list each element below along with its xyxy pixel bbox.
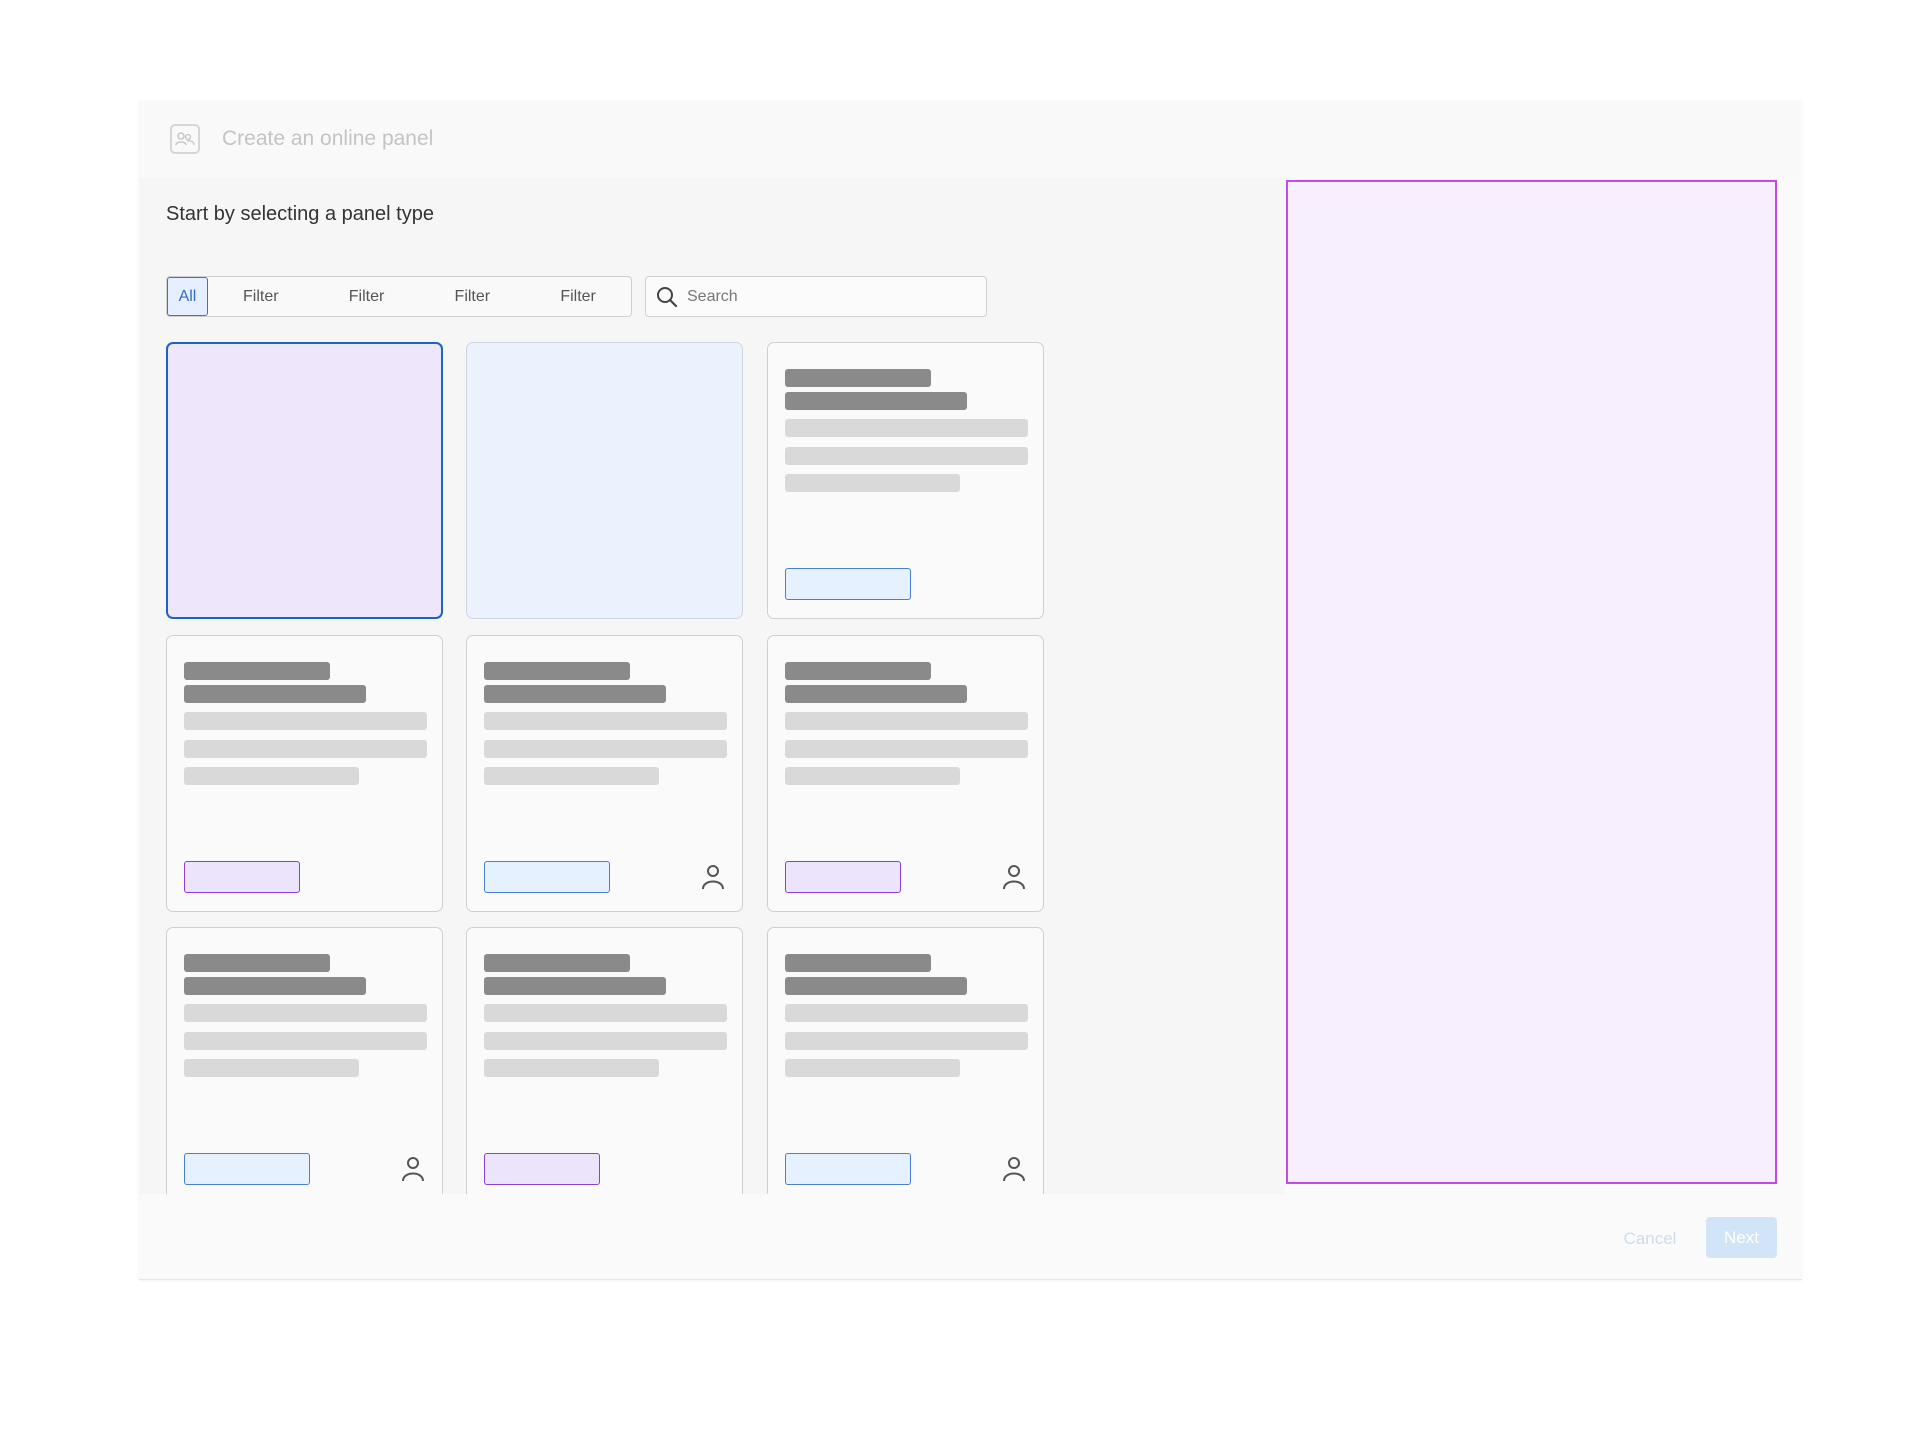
skeleton-title <box>484 954 630 972</box>
skeleton-line <box>785 740 1028 758</box>
dialog-footer <box>139 1194 1802 1280</box>
skeleton-line <box>484 712 727 730</box>
skeleton-title <box>184 662 330 680</box>
skeleton-title <box>785 662 931 680</box>
card-tag <box>184 861 300 893</box>
skeleton-line <box>785 419 1028 437</box>
panel-card[interactable] <box>166 342 443 619</box>
panel-type-selection: Start by selecting a panel type All Filt… <box>139 178 1285 1194</box>
skeleton-line <box>484 767 659 785</box>
user-icon <box>1003 865 1025 890</box>
card-tag <box>184 1153 310 1185</box>
skeleton-title <box>785 369 931 387</box>
card-tag <box>785 568 911 600</box>
next-button[interactable]: Next <box>1706 1217 1777 1258</box>
page-heading: Start by selecting a panel type <box>166 203 434 225</box>
skeleton-line <box>184 1059 359 1077</box>
skeleton-title <box>484 685 666 703</box>
skeleton-line <box>785 1004 1028 1022</box>
skeleton-line <box>184 740 427 758</box>
skeleton-line <box>785 767 960 785</box>
panel-card[interactable] <box>166 635 443 912</box>
skeleton-line <box>184 1004 427 1022</box>
filter-chip[interactable]: Filter <box>525 277 631 316</box>
panel-card[interactable] <box>767 927 1044 1194</box>
dialog-header: Create an online panel <box>139 100 1802 178</box>
panel-card[interactable] <box>767 342 1044 619</box>
skeleton-line <box>785 1059 960 1077</box>
cancel-button[interactable]: Cancel <box>1610 1219 1690 1259</box>
card-tag <box>785 861 901 893</box>
skeleton-line <box>484 1004 727 1022</box>
skeleton-title <box>184 977 366 995</box>
skeleton-line <box>785 712 1028 730</box>
skeleton-line <box>785 447 1028 465</box>
filter-chip-all[interactable]: All <box>167 277 208 316</box>
dialog-title: Create an online panel <box>222 127 434 150</box>
footer-divider <box>139 1279 1802 1280</box>
skeleton-line <box>184 767 359 785</box>
skeleton-title <box>184 685 366 703</box>
panel-card[interactable] <box>166 927 443 1194</box>
skeleton-line <box>785 1032 1028 1050</box>
user-group-icon <box>170 124 200 154</box>
skeleton-title <box>785 685 967 703</box>
skeleton-title <box>484 662 630 680</box>
skeleton-title <box>484 977 666 995</box>
filter-chip[interactable]: Filter <box>419 277 525 316</box>
filter-chip[interactable]: Filter <box>208 277 314 316</box>
search-icon <box>657 286 678 307</box>
skeleton-line <box>184 712 427 730</box>
skeleton-line <box>184 1032 427 1050</box>
skeleton-line <box>785 474 960 492</box>
search-input[interactable]: Search <box>645 276 987 317</box>
panel-card[interactable] <box>466 342 743 619</box>
user-icon <box>1003 1157 1025 1182</box>
card-tag <box>484 861 610 893</box>
user-icon <box>402 1157 424 1182</box>
card-tag <box>785 1153 911 1185</box>
user-icon <box>702 865 724 890</box>
search-placeholder: Search <box>687 287 738 305</box>
create-panel-dialog: Create an online panel Start by selectin… <box>139 100 1802 1280</box>
panel-card[interactable] <box>466 927 743 1194</box>
panel-card[interactable] <box>767 635 1044 912</box>
skeleton-title <box>785 954 931 972</box>
skeleton-title <box>785 977 967 995</box>
skeleton-line <box>484 1059 659 1077</box>
panel-preview <box>1286 180 1777 1184</box>
filter-bar: All Filter Filter Filter Filter <box>166 276 632 317</box>
skeleton-line <box>484 1032 727 1050</box>
filter-chip[interactable]: Filter <box>314 277 420 316</box>
skeleton-title <box>184 954 330 972</box>
panel-card[interactable] <box>466 635 743 912</box>
card-tag <box>484 1153 600 1185</box>
skeleton-line <box>484 740 727 758</box>
skeleton-title <box>785 392 967 410</box>
